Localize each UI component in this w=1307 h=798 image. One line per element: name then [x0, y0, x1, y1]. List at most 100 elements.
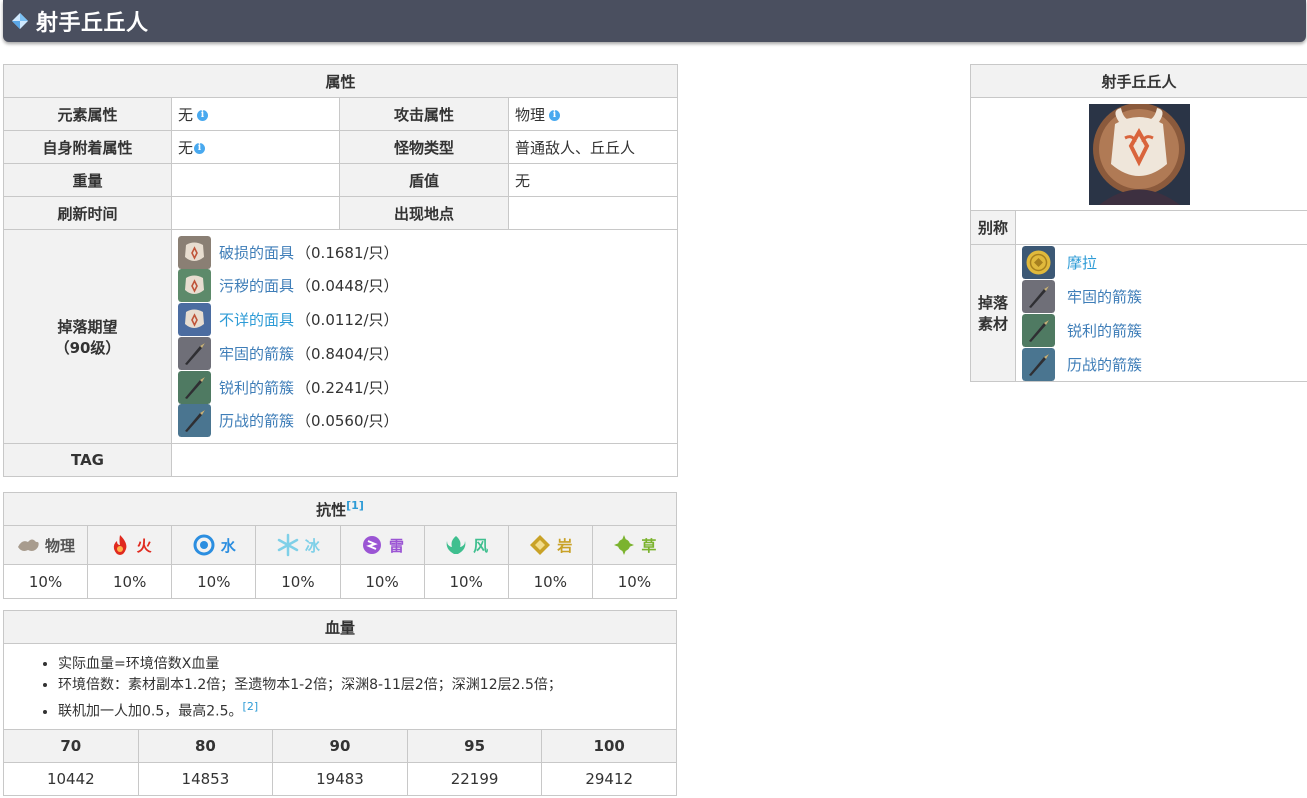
attach-value-cell: 无i	[171, 130, 340, 164]
attributes-table: 属性 元素属性 无i 攻击属性 物理 i 自身附着属性 无i 怪物类型 普通敌人、…	[2, 64, 679, 477]
arrowhead-icon[interactable]	[178, 336, 211, 370]
arrowhead-icon[interactable]	[1022, 313, 1055, 347]
hp-notes: 实际血量=环境倍数X血量环境倍数：素材副本1.2倍；圣遗物本1-2倍；深渊8-1…	[3, 643, 677, 730]
side-info-table: 射手丘丘人 别称 掉落 素材 摩拉牢固的箭簇锐利的箭簇历战的箭簇	[969, 64, 1307, 382]
drop-rate: （0.0448/只）	[296, 277, 399, 296]
resistance-element-cell: 冰	[255, 525, 341, 565]
hydro-icon	[193, 534, 215, 556]
resistance-element-cell: 火	[87, 525, 173, 565]
resistance-value: 10%	[87, 564, 173, 599]
arrowhead-icon[interactable]	[178, 404, 211, 438]
electro-icon	[363, 536, 382, 554]
resistance-element-cell: 草	[591, 525, 678, 565]
resistance-value: 10%	[339, 564, 425, 599]
resistance-element-name: 风	[473, 536, 489, 555]
mora-coin-icon[interactable]	[1022, 245, 1055, 279]
resistance-element-cell: 风	[423, 525, 509, 565]
monster-portrait	[969, 97, 1307, 211]
drop-rate: （0.1681/只）	[296, 243, 399, 262]
physical-icon	[18, 539, 39, 551]
material-item[interactable]: 锐利的箭簇	[1022, 313, 1301, 347]
weight-label: 重量	[3, 163, 172, 197]
drop-name-link[interactable]: 牢固的箭簇	[219, 343, 294, 364]
resistance-header: 抗性[1]	[3, 492, 677, 526]
arrowhead-icon[interactable]	[178, 370, 211, 404]
resistance-element-name: 冰	[304, 536, 320, 555]
material-item[interactable]: 牢固的箭簇	[1022, 279, 1301, 313]
refresh-value	[171, 196, 340, 230]
reference-link[interactable]: [2]	[243, 700, 259, 713]
drop-rate: （0.2241/只）	[296, 378, 399, 397]
weight-value	[171, 163, 340, 197]
hp-level-header: 70	[3, 728, 139, 763]
attack-value: 物理	[515, 105, 546, 124]
drop-list: 破损的面具 （0.1681/只） 污秽的面具 （0.0448/只） 不详的面具 （0.01…	[170, 229, 679, 444]
material-name-link[interactable]: 锐利的箭簇	[1067, 320, 1142, 341]
drop-name-link[interactable]: 锐利的箭簇	[219, 377, 294, 398]
drop-item[interactable]: 污秽的面具 （0.0448/只）	[178, 269, 671, 303]
drop-name-link[interactable]: 历战的箭簇	[219, 410, 294, 431]
location-label: 出现地点	[339, 196, 509, 230]
resistance-value: 10%	[171, 564, 257, 599]
resistance-value: 10%	[2, 564, 89, 599]
pyro-icon	[113, 535, 127, 555]
drop-name-link[interactable]: 破损的面具	[219, 242, 294, 263]
dendro-icon	[614, 535, 635, 555]
material-item[interactable]: 摩拉	[1022, 245, 1301, 279]
materials-list: 摩拉牢固的箭簇锐利的箭簇历战的箭簇	[1014, 244, 1307, 382]
resistance-element-name: 岩	[557, 536, 573, 555]
drop-item[interactable]: 不详的面具 （0.0112/只）	[178, 303, 671, 337]
hp-note: 联机加一人加0.5，最高2.5。[2]	[58, 696, 666, 723]
element-label: 元素属性	[3, 97, 172, 131]
tag-value	[170, 443, 679, 477]
resistance-element-name: 草	[641, 536, 657, 555]
monster-type-label: 怪物类型	[339, 130, 509, 164]
attach-label: 自身附着属性	[3, 130, 172, 164]
anemo-icon	[446, 536, 466, 554]
shield-label: 盾值	[339, 163, 509, 197]
hilichurl-shooter-icon	[1088, 103, 1190, 205]
info-icon[interactable]: i	[197, 109, 209, 121]
drop-name-link[interactable]: 污秽的面具	[219, 275, 294, 296]
mask-icon[interactable]	[178, 235, 211, 269]
hp-level-header: 95	[406, 728, 543, 763]
drop-item[interactable]: 锐利的箭簇 （0.2241/只）	[178, 370, 671, 404]
geo-icon	[530, 535, 551, 555]
mask-icon[interactable]	[178, 303, 211, 337]
materials-label: 掉落 素材	[970, 244, 1016, 382]
resistance-value: 10%	[591, 564, 678, 599]
location-value	[507, 196, 679, 230]
page-title-bar: 射手丘丘人	[3, 0, 1306, 42]
hp-level-header: 90	[272, 728, 408, 763]
reference-link[interactable]: [1]	[346, 499, 364, 512]
resistance-element-name: 物理	[45, 536, 76, 555]
resistance-element-cell: 岩	[507, 525, 593, 565]
resistance-element-cell: 水	[171, 525, 257, 565]
hp-table: 血量 实际血量=环境倍数X血量环境倍数：素材副本1.2倍；圣遗物本1-2倍；深渊…	[3, 610, 677, 796]
mask-icon[interactable]	[178, 269, 211, 303]
side-title: 射手丘丘人	[969, 64, 1307, 98]
resistance-value: 10%	[507, 564, 593, 599]
drop-item[interactable]: 破损的面具 （0.1681/只）	[178, 235, 671, 269]
material-name-link[interactable]: 历战的箭簇	[1067, 354, 1142, 375]
drop-name-link[interactable]: 不详的面具	[219, 309, 294, 330]
element-value: 无	[178, 105, 194, 124]
resistance-element-cell: 物理	[2, 525, 89, 565]
resistance-element-cell: 雷	[339, 525, 425, 565]
drop-item[interactable]: 历战的箭簇 （0.0560/只）	[178, 404, 671, 438]
info-icon[interactable]: i	[194, 142, 206, 154]
material-name-link[interactable]: 摩拉	[1067, 252, 1097, 273]
diamond-icon	[12, 13, 28, 29]
resistance-element-name: 火	[136, 536, 152, 555]
drop-item[interactable]: 牢固的箭簇 （0.8404/只）	[178, 336, 671, 371]
info-icon[interactable]: i	[549, 109, 561, 121]
material-name-link[interactable]: 牢固的箭簇	[1067, 286, 1142, 307]
drop-rate: （0.8404/只）	[296, 344, 399, 363]
material-item[interactable]: 历战的箭簇	[1022, 347, 1301, 381]
alias-label: 别称	[970, 210, 1016, 245]
arrowhead-icon[interactable]	[1022, 347, 1055, 381]
drop-rate: （0.0560/只）	[296, 412, 399, 431]
arrowhead-icon[interactable]	[1022, 279, 1055, 313]
drop-expectation-label: 掉落期望 （90级）	[3, 229, 172, 444]
resistance-element-name: 水	[220, 536, 236, 555]
